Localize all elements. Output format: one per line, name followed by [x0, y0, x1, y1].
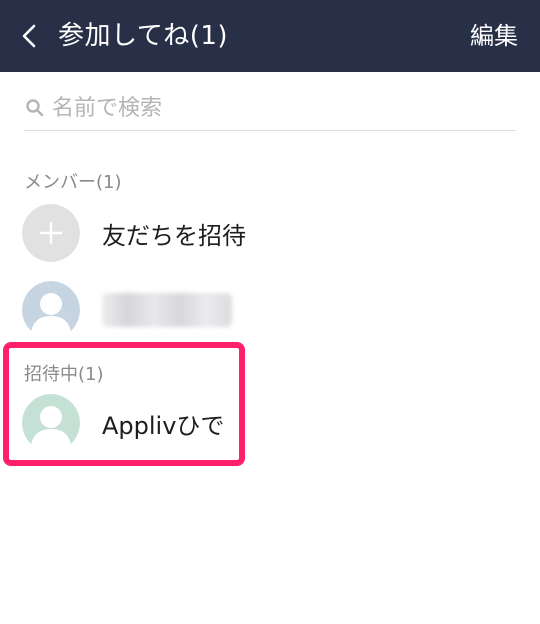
invited-name: Applivひで	[102, 411, 225, 440]
invited-row[interactable]: Applivひで	[22, 394, 224, 452]
member-row[interactable]	[22, 281, 232, 339]
add-friend-avatar	[22, 204, 80, 262]
search-icon	[24, 97, 46, 119]
search-bar	[24, 86, 516, 131]
chevron-left-icon	[22, 24, 36, 48]
app-header: 参加してね(1) 編集	[0, 0, 540, 72]
edit-button[interactable]: 編集	[470, 0, 518, 72]
user-silhouette-icon	[22, 281, 80, 339]
member-name-redacted	[102, 293, 232, 327]
back-button[interactable]	[14, 18, 44, 54]
user-silhouette-icon	[22, 394, 80, 452]
invite-friends-label: 友だちを招待	[102, 221, 246, 250]
search-input[interactable]	[52, 95, 492, 121]
inviting-section-label: 招待中(1)	[24, 364, 104, 385]
plus-icon	[22, 204, 80, 262]
members-section-label: メンバー(1)	[24, 172, 122, 193]
member-avatar	[22, 281, 80, 339]
page-title: 参加してね(1)	[58, 21, 229, 51]
invite-friends-row[interactable]: 友だちを招待	[22, 204, 246, 262]
invited-avatar	[22, 394, 80, 452]
